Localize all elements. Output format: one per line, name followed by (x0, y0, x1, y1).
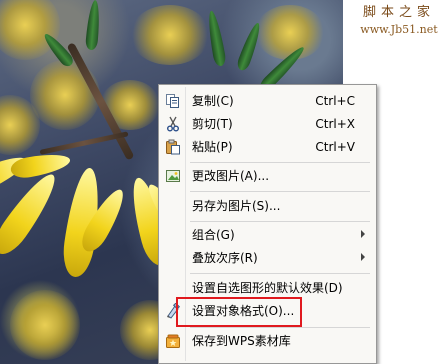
bokeh-blossom (130, 5, 210, 65)
menu-item-copy[interactable]: 复制(C) Ctrl+C (161, 90, 373, 112)
menu-item-save-to-wps-library[interactable]: 保存到WPS素材库 (161, 330, 373, 352)
flower-petal (0, 167, 64, 261)
menu-item-label: 保存到WPS素材库 (192, 334, 291, 348)
menu-item-cut[interactable]: 剪切(T) Ctrl+X (161, 113, 373, 135)
branch (39, 131, 129, 155)
watermark: 脚本之家 www.Jb51.net (353, 4, 445, 38)
change-picture-icon (165, 168, 181, 184)
wps-library-icon (165, 333, 181, 349)
paste-icon (165, 139, 181, 155)
menu-item-label: 另存为图片(S)... (192, 199, 281, 213)
submenu-arrow-icon (361, 253, 365, 261)
menu-separator (190, 327, 370, 328)
bokeh-blossom (0, 0, 60, 60)
menu-item-label: 复制(C) (192, 94, 234, 108)
menu-item-label: 更改图片(A)... (192, 169, 270, 183)
menu-item-change-picture[interactable]: 更改图片(A)... (161, 165, 373, 187)
menu-item-label: 粘贴(P) (192, 140, 233, 154)
bokeh-blossom (255, 5, 325, 60)
shortcut-label: Ctrl+V (315, 140, 355, 154)
menu-item-save-as-picture[interactable]: 另存为图片(S)... (161, 195, 373, 217)
watermark-site-url: www.Jb51.net (360, 23, 438, 36)
menu-item-label: 剪切(T) (192, 117, 233, 131)
highlight-box (176, 297, 302, 327)
menu-item-label: 组合(G) (192, 228, 235, 242)
menu-separator (190, 221, 370, 222)
copy-icon (165, 93, 181, 109)
menu-item-label: 设置自选图形的默认效果(D) (192, 281, 343, 295)
watermark-site-name: 脚本之家 (362, 5, 435, 20)
bokeh-blossom (10, 290, 80, 360)
menu-separator (190, 162, 370, 163)
bokeh-blossom (30, 60, 100, 130)
leaf (85, 0, 102, 51)
flower-petal (9, 150, 72, 181)
submenu-arrow-icon (361, 230, 365, 238)
shortcut-label: Ctrl+C (315, 94, 355, 108)
menu-item-set-default-shape[interactable]: 设置自选图形的默认效果(D) (161, 277, 373, 299)
shortcut-label: Ctrl+X (315, 117, 355, 131)
menu-item-arrange-order[interactable]: 叠放次序(R) (161, 247, 373, 269)
menu-item-paste[interactable]: 粘贴(P) Ctrl+V (161, 136, 373, 158)
scissors-icon (165, 116, 181, 132)
menu-separator (190, 191, 370, 192)
menu-item-group[interactable]: 组合(G) (161, 224, 373, 246)
menu-item-label: 叠放次序(R) (192, 251, 258, 265)
menu-separator (190, 273, 370, 274)
